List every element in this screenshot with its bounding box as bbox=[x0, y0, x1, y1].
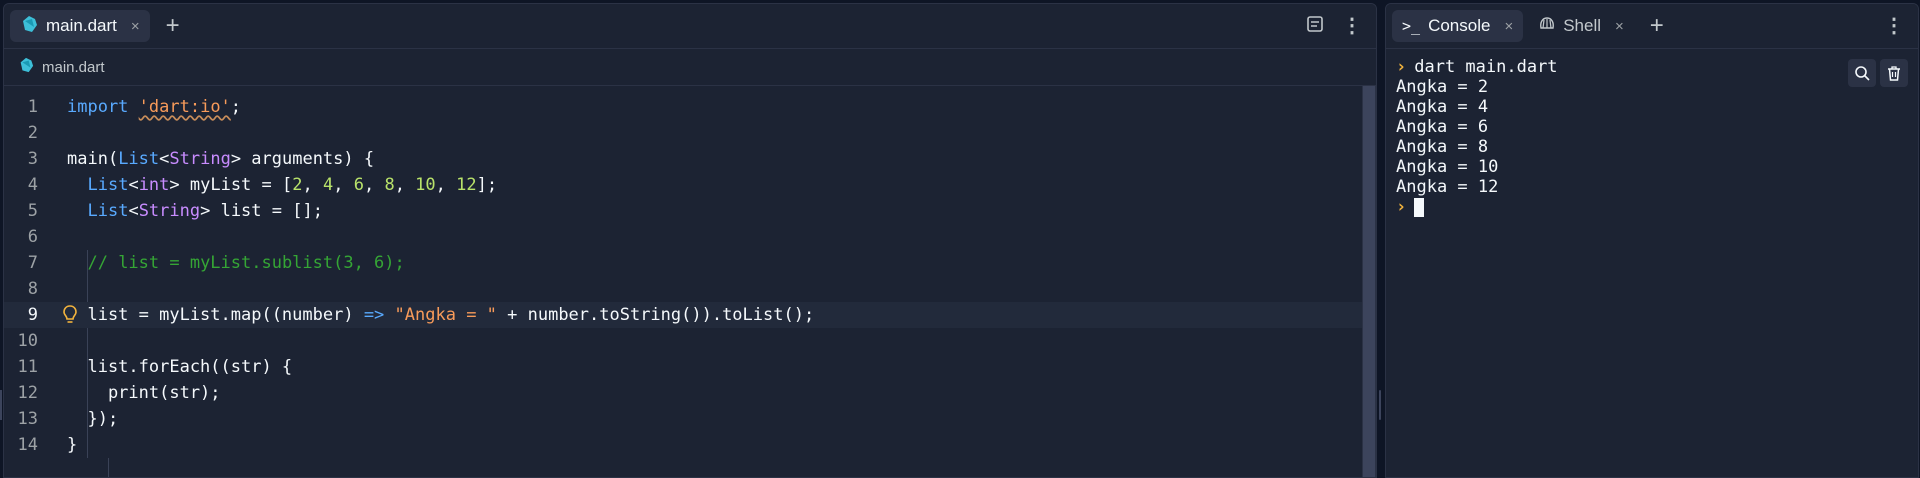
output-line: Angka = 6 bbox=[1396, 117, 1489, 137]
line-number: 11 bbox=[17, 357, 38, 377]
code-line[interactable]: 9 list = myList.map((number) => "Angka =… bbox=[4, 302, 1362, 328]
tab-label: Shell bbox=[1563, 16, 1602, 35]
add-tab-button[interactable]: + bbox=[1650, 14, 1664, 38]
line-number: 7 bbox=[27, 253, 38, 273]
breadcrumb: main.dart bbox=[4, 49, 1376, 86]
line-number: 3 bbox=[27, 149, 38, 169]
editor-scrollbar[interactable] bbox=[1362, 86, 1376, 477]
output-line: Angka = 12 bbox=[1396, 177, 1499, 197]
line-number: 5 bbox=[27, 201, 38, 221]
line-number: 14 bbox=[17, 435, 38, 455]
output-line: Angka = 2 bbox=[1396, 77, 1489, 97]
close-icon[interactable]: × bbox=[1615, 18, 1624, 35]
code-line[interactable]: 13 }); bbox=[4, 406, 1362, 432]
prompt-icon: › bbox=[1396, 197, 1407, 217]
code-line[interactable]: 7 // list = myList.sublist(3, 6); bbox=[4, 250, 1362, 276]
command-line: › dart main.dart bbox=[1396, 57, 1918, 77]
breadcrumb-file[interactable]: main.dart bbox=[42, 59, 105, 76]
code-text: List<String> list = []; bbox=[87, 201, 323, 221]
line-number: 8 bbox=[27, 279, 38, 299]
kebab-menu-icon[interactable]: ⋮ bbox=[1342, 16, 1362, 36]
kebab-menu-icon[interactable]: ⋮ bbox=[1884, 16, 1904, 36]
shell-icon bbox=[1539, 16, 1555, 37]
console-pane: >_ Console × Shell × + ⋮ › dart main.dart… bbox=[1385, 3, 1919, 478]
editor-pane: main.dart × + ⋮ main.dart 1 import 'dart:… bbox=[3, 3, 1377, 478]
line-number: 6 bbox=[27, 227, 38, 247]
search-icon[interactable] bbox=[1848, 59, 1876, 87]
code-text: List<int> myList = [2, 4, 6, 8, 10, 12]; bbox=[87, 175, 498, 195]
prompt-icon: › bbox=[1396, 57, 1407, 77]
tab-main-dart[interactable]: main.dart × bbox=[10, 10, 150, 42]
code-line[interactable]: 1 import 'dart:io'; bbox=[4, 94, 1362, 120]
line-number: 13 bbox=[17, 409, 38, 429]
dart-icon bbox=[20, 15, 38, 38]
line-number: 1 bbox=[27, 97, 38, 117]
trash-icon[interactable] bbox=[1880, 59, 1908, 87]
code-line[interactable]: 5 List<String> list = []; bbox=[4, 198, 1362, 224]
tab-shell[interactable]: Shell × bbox=[1529, 10, 1634, 42]
console-output[interactable]: › dart main.dart Angka = 2 Angka = 4 Angk… bbox=[1386, 49, 1918, 217]
close-icon[interactable]: × bbox=[131, 18, 140, 35]
code-text: main(List<String> arguments) { bbox=[67, 149, 375, 169]
code-editor[interactable]: 1 import 'dart:io'; 2 3 main(List<String> ar… bbox=[4, 86, 1376, 477]
command-text: dart main.dart bbox=[1414, 57, 1558, 77]
code-line[interactable]: 10 bbox=[4, 328, 1362, 354]
line-number: 9 bbox=[27, 305, 38, 325]
tab-label: Console bbox=[1428, 16, 1491, 35]
tab-label: main.dart bbox=[46, 16, 117, 35]
code-text: print(str); bbox=[67, 383, 221, 403]
code-line[interactable]: 11 list.forEach((str) { bbox=[4, 354, 1362, 380]
code-text: list.forEach((str) { bbox=[67, 357, 293, 377]
text-cursor bbox=[1414, 197, 1425, 217]
code-line[interactable]: 8 bbox=[4, 276, 1362, 302]
code-text: }); bbox=[67, 409, 119, 429]
output-line: Angka = 10 bbox=[1396, 157, 1499, 177]
code-line[interactable]: 4 List<int> myList = [2, 4, 6, 8, 10, 12… bbox=[4, 172, 1362, 198]
tab-console[interactable]: >_ Console × bbox=[1392, 10, 1524, 42]
outline-icon[interactable] bbox=[1306, 15, 1324, 38]
code-line[interactable]: 6 bbox=[4, 224, 1362, 250]
add-tab-button[interactable]: + bbox=[166, 14, 180, 38]
indent-guide bbox=[108, 458, 109, 477]
code-text: import 'dart:io'; bbox=[67, 97, 242, 117]
console-tabbar: >_ Console × Shell × + ⋮ bbox=[1386, 4, 1918, 49]
line-number: 12 bbox=[17, 383, 38, 403]
editor-tabbar: main.dart × + ⋮ bbox=[4, 4, 1376, 49]
line-number: 4 bbox=[27, 175, 38, 195]
dart-icon bbox=[18, 57, 34, 77]
code-line[interactable]: 12 print(str); bbox=[4, 380, 1362, 406]
line-number: 10 bbox=[17, 331, 38, 351]
console-tools bbox=[1848, 59, 1908, 87]
line-number: 2 bbox=[27, 123, 38, 143]
code-line[interactable]: 3 main(List<String> arguments) { bbox=[4, 146, 1362, 172]
input-line[interactable]: › bbox=[1396, 197, 1918, 217]
code-text: list = myList.map((number) => "Angka = "… bbox=[67, 305, 815, 325]
code-line[interactable]: 2 bbox=[4, 120, 1362, 146]
code-line[interactable]: 14} bbox=[4, 432, 1362, 458]
code-text: // list = myList.sublist(3, 6); bbox=[87, 253, 405, 273]
sidebar-resize-handle[interactable] bbox=[0, 390, 2, 420]
close-icon[interactable]: × bbox=[1504, 18, 1513, 35]
pane-resize-handle[interactable] bbox=[1379, 390, 1381, 420]
console-icon: >_ bbox=[1402, 17, 1421, 35]
code-text: } bbox=[67, 435, 78, 455]
output-line: Angka = 4 bbox=[1396, 97, 1489, 117]
scrollbar-thumb[interactable] bbox=[1363, 86, 1375, 477]
output-line: Angka = 8 bbox=[1396, 137, 1489, 157]
